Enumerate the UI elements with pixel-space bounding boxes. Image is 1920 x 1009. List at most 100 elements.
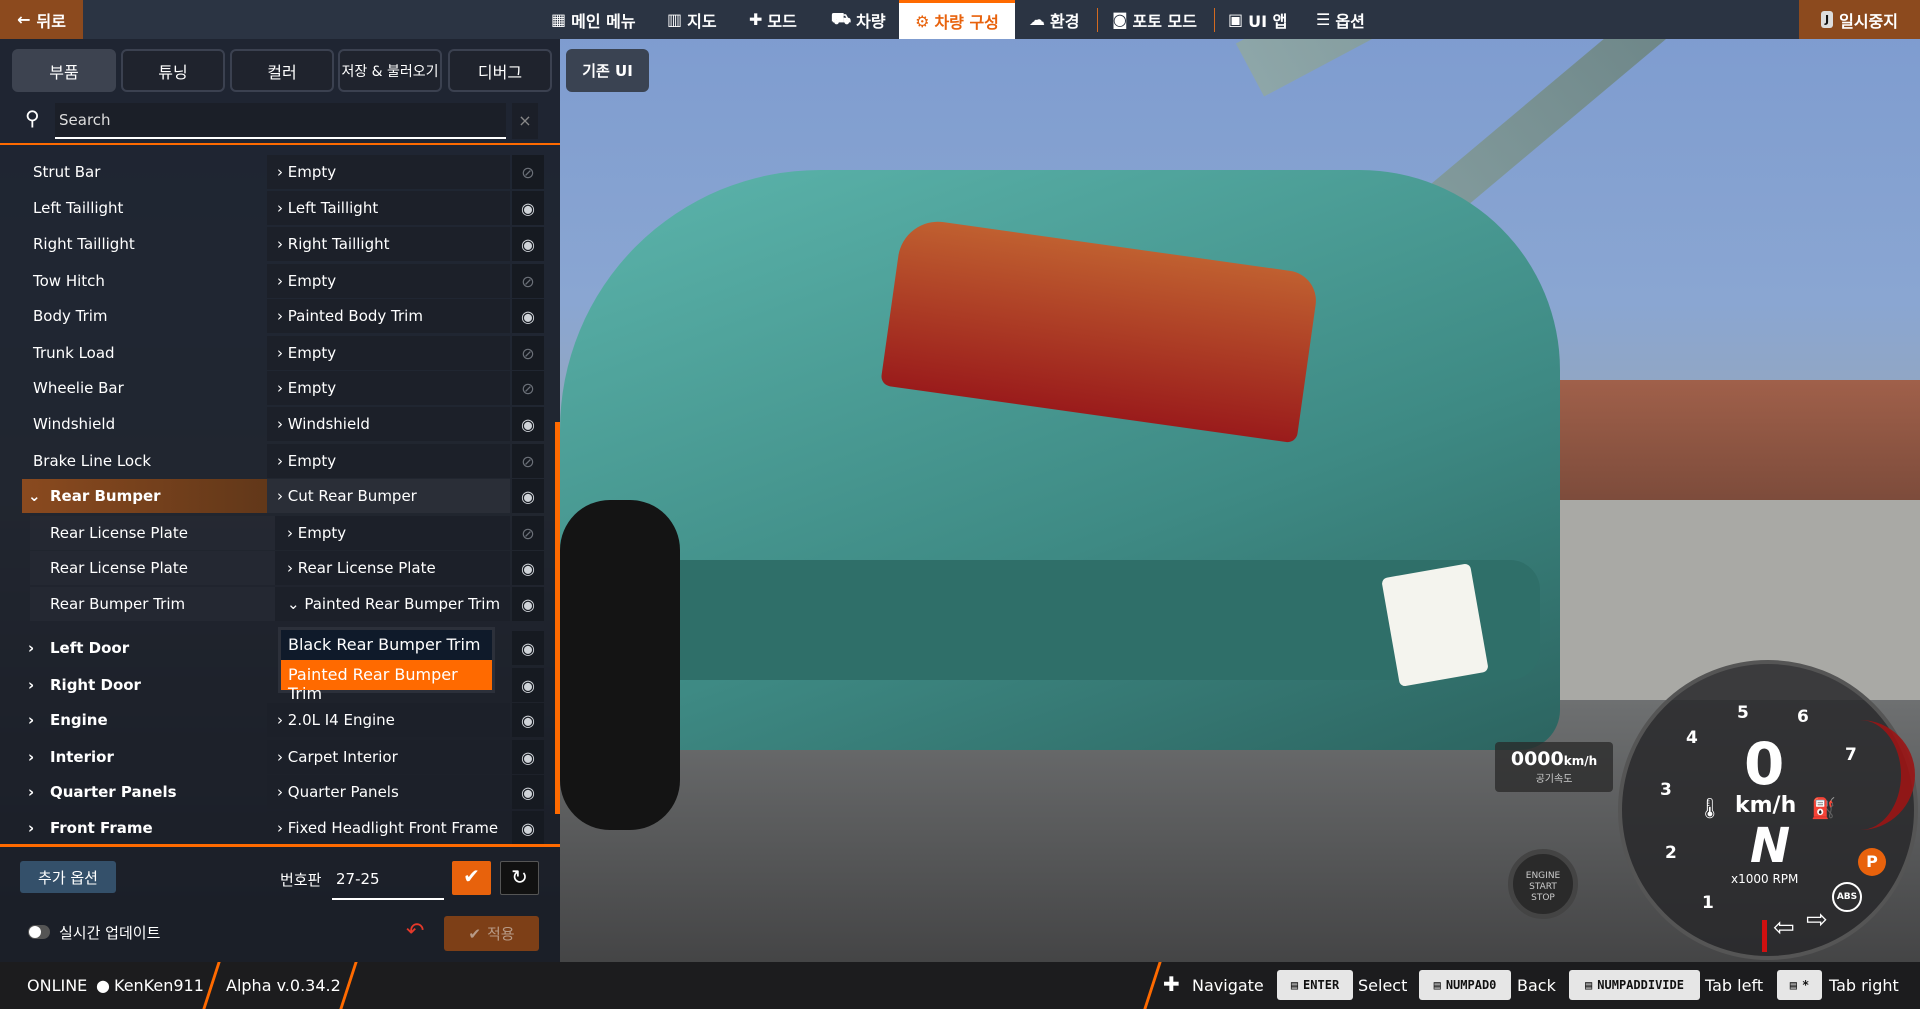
clear-search-button[interactable]: ×: [512, 103, 538, 139]
nav-vehicle-config[interactable]: ⚙ 차량 구성: [899, 0, 1015, 39]
part-row[interactable]: › Interior › Carpet Interior: [22, 740, 510, 774]
part-selector[interactable]: › Right Taillight: [267, 227, 510, 261]
tab-tuning[interactable]: 튜닝: [121, 49, 225, 92]
tab-debug[interactable]: 디버그: [448, 49, 552, 92]
part-selector[interactable]: › Painted Body Trim: [267, 299, 510, 333]
part-selector[interactable]: › Quarter Panels: [267, 775, 510, 809]
eye-icon[interactable]: ◉: [512, 740, 544, 774]
part-selector[interactable]: › Empty: [267, 155, 510, 189]
back-button[interactable]: ← 뒤로: [0, 0, 83, 39]
dropdown-option-selected[interactable]: Painted Rear Bumper Trim: [281, 660, 492, 703]
chevron-right-icon: ›: [277, 819, 288, 837]
engine-icon: ⚙: [915, 11, 930, 31]
chevron-right-icon: ›: [277, 235, 288, 253]
version: Alpha v.0.34.2: [226, 976, 341, 995]
part-row[interactable]: Right Taillight › Right Taillight: [22, 227, 510, 261]
key-label: ENTER: [1303, 978, 1340, 992]
nav-main-menu[interactable]: ▦ 메인 메뉴: [551, 0, 636, 39]
part-row[interactable]: Left Taillight › Left Taillight: [22, 191, 510, 225]
scrollbar[interactable]: [555, 422, 560, 814]
eye-icon[interactable]: ◉: [512, 811, 544, 845]
part-row[interactable]: Rear License Plate › Rear License Plate: [30, 551, 510, 585]
tab-parts[interactable]: 부품: [12, 49, 116, 92]
nav-map[interactable]: ▥ 지도: [667, 0, 717, 39]
part-selector[interactable]: › Windshield: [267, 407, 510, 441]
eye-icon[interactable]: ◉: [512, 479, 544, 513]
random-plate-button[interactable]: ↻: [500, 861, 539, 895]
part-row[interactable]: Rear Bumper Trim ⌄ Painted Rear Bumper Tr…: [30, 587, 510, 621]
hint-select: Select: [1358, 976, 1408, 995]
eye-icon[interactable]: ◉: [512, 551, 544, 585]
pause-button[interactable]: J 일시중지: [1799, 0, 1920, 39]
part-selector[interactable]: › Left Taillight: [267, 191, 510, 225]
live-update-toggle[interactable]: [28, 925, 50, 939]
part-row[interactable]: ⌄ Rear Bumper › Cut Rear Bumper: [22, 479, 510, 513]
extra-options-button[interactable]: 추가 옵션: [20, 861, 116, 893]
eye-icon[interactable]: ◉: [512, 703, 544, 737]
apply-button[interactable]: ✔ 적용: [444, 916, 539, 951]
gear-indicator: N: [1750, 818, 1791, 874]
part-name: Interior: [50, 748, 114, 766]
part-selector[interactable]: ⌄ Painted Rear Bumper Trim: [275, 587, 510, 621]
tab-color[interactable]: 컬러: [230, 49, 334, 92]
part-selector[interactable]: › Empty: [267, 264, 510, 298]
eye-off-icon[interactable]: ⊘: [512, 371, 544, 405]
nav-label: 차량: [856, 11, 886, 31]
part-selector[interactable]: › Empty: [267, 444, 510, 478]
part-name: Front Frame: [50, 819, 153, 837]
part-row[interactable]: Windshield › Windshield: [22, 407, 510, 441]
part-selector[interactable]: › Carpet Interior: [267, 740, 510, 774]
nav-mods[interactable]: ✚ 모드: [749, 0, 797, 39]
part-row[interactable]: Body Trim › Painted Body Trim: [22, 299, 510, 333]
chevron-right-icon: ›: [28, 639, 35, 657]
eye-off-icon[interactable]: ⊘: [512, 264, 544, 298]
license-plate-input[interactable]: 27-25: [332, 861, 444, 900]
part-row[interactable]: Rear License Plate › Empty: [30, 516, 510, 550]
airspeed-unit: km/h: [1563, 754, 1598, 768]
eye-off-icon[interactable]: ⊘: [512, 336, 544, 370]
eye-icon[interactable]: ◉: [512, 631, 544, 665]
part-row[interactable]: Strut Bar › Empty: [22, 155, 510, 189]
part-selector[interactable]: › Fixed Headlight Front Frame: [267, 811, 510, 845]
part-selector[interactable]: › Cut Rear Bumper: [267, 479, 510, 513]
eye-icon[interactable]: ◉: [512, 407, 544, 441]
dropdown-option[interactable]: Black Rear Bumper Trim: [281, 630, 492, 660]
part-selector[interactable]: › Rear License Plate: [275, 551, 510, 585]
undo-button[interactable]: ↶: [406, 919, 424, 944]
steam-icon: ●: [96, 976, 110, 995]
eye-icon[interactable]: ◉: [512, 227, 544, 261]
nav-photo-mode[interactable]: ◙ 포토 모드: [1112, 0, 1197, 39]
eye-icon[interactable]: ◉: [512, 299, 544, 333]
eye-icon[interactable]: ◉: [512, 668, 544, 702]
eye-off-icon[interactable]: ⊘: [512, 444, 544, 478]
confirm-plate-button[interactable]: ✔: [452, 861, 491, 895]
nav-vehicles[interactable]: ⛟ 차량: [831, 0, 886, 39]
part-row[interactable]: Trunk Load › Empty: [22, 336, 510, 370]
part-selector[interactable]: › 2.0L I4 Engine: [267, 703, 510, 737]
eye-icon[interactable]: ◉: [512, 587, 544, 621]
nav-environment[interactable]: ☁ 환경: [1029, 0, 1079, 39]
divider: [0, 844, 560, 847]
part-row[interactable]: › Engine › 2.0L I4 Engine: [22, 703, 510, 737]
part-row[interactable]: Brake Line Lock › Empty: [22, 444, 510, 478]
eye-off-icon[interactable]: ⊘: [512, 155, 544, 189]
eye-off-icon[interactable]: ⊘: [512, 516, 544, 550]
engine-start-stop-button[interactable]: ENGINE START STOP: [1508, 849, 1578, 919]
part-selector[interactable]: › Empty: [275, 516, 510, 550]
part-selector[interactable]: › Empty: [267, 336, 510, 370]
part-value: Empty: [297, 524, 347, 542]
part-row[interactable]: Tow Hitch › Empty: [22, 264, 510, 298]
part-row[interactable]: Wheelie Bar › Empty: [22, 371, 510, 405]
legacy-ui-button[interactable]: 기존 UI: [566, 49, 649, 92]
part-row[interactable]: › Quarter Panels › Quarter Panels: [22, 775, 510, 809]
search-input[interactable]: Search: [55, 103, 506, 139]
eye-icon[interactable]: ◉: [512, 775, 544, 809]
nav-ui-apps[interactable]: ▣ UI 앱: [1228, 0, 1287, 39]
part-row[interactable]: › Front Frame › Fixed Headlight Front Fra…: [22, 811, 510, 845]
nav-options[interactable]: ☰ 옵션: [1316, 0, 1365, 39]
nav-label: UI 앱: [1248, 11, 1288, 31]
part-selector[interactable]: › Empty: [267, 371, 510, 405]
tab-save-load[interactable]: 저장 & 불러오기: [338, 49, 442, 92]
engine-label: ENGINE: [1525, 871, 1561, 881]
eye-icon[interactable]: ◉: [512, 191, 544, 225]
